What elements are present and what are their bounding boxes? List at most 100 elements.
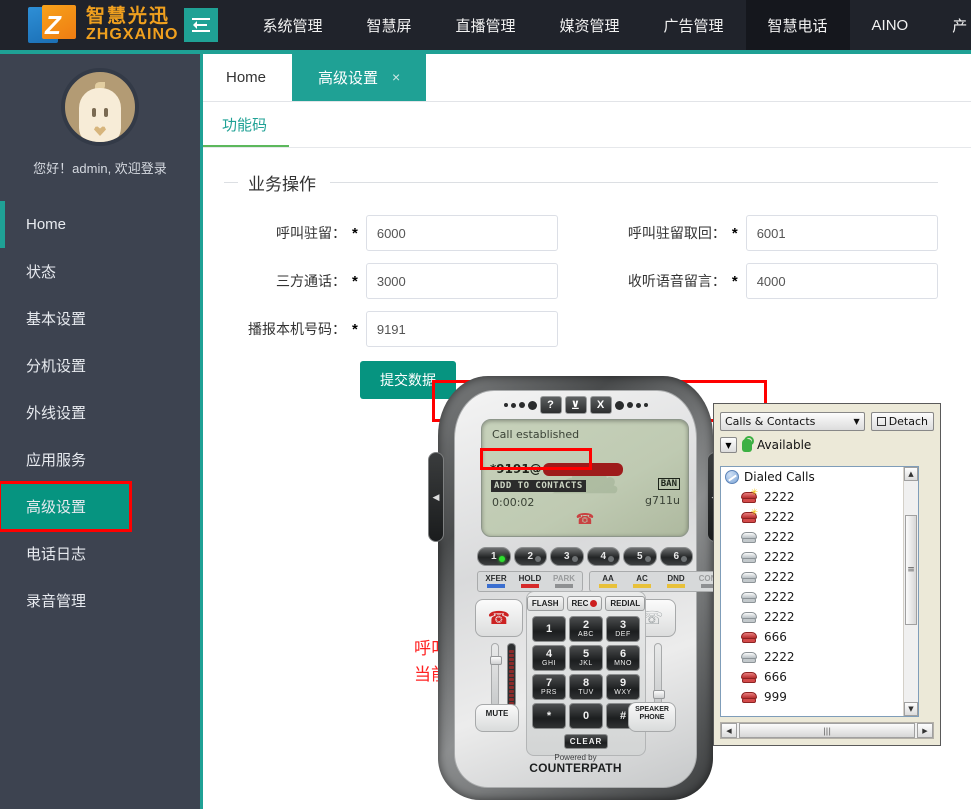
- rec-button[interactable]: REC: [566, 596, 603, 611]
- tab-0[interactable]: Home: [200, 53, 292, 101]
- tab-1[interactable]: 高级设置 ×: [292, 53, 427, 101]
- func-btn-ac[interactable]: AC: [625, 573, 659, 590]
- func-btn-hold[interactable]: HOLD: [513, 573, 547, 590]
- sidebar-item-3[interactable]: 分机设置: [0, 342, 200, 389]
- calls-list[interactable]: Dialed Calls ✳ 2222 ✳ 2222 2222 2222 2222 2222 2…: [720, 466, 919, 717]
- call-list-item[interactable]: 666: [721, 667, 918, 687]
- sidebar-item-6[interactable]: 高级设置: [0, 481, 132, 532]
- scroll-left-arrow-icon[interactable]: ◀: [721, 723, 737, 738]
- field-listen-voicemail: 收听语音留言： *: [604, 263, 938, 299]
- top-nav-item-1[interactable]: 智慧屏: [344, 0, 433, 50]
- dial-key-7[interactable]: 7 PRS: [532, 674, 566, 700]
- section-divider-left: [224, 182, 238, 183]
- scroll-down-arrow-icon[interactable]: ▼: [904, 702, 918, 716]
- call-list-item[interactable]: ✳ 2222: [721, 487, 918, 507]
- call-list-item[interactable]: 999: [721, 687, 918, 707]
- help-button[interactable]: ?: [539, 396, 562, 414]
- close-button[interactable]: X: [589, 396, 612, 414]
- call-number: 2222: [764, 510, 795, 524]
- meter-segment: [509, 674, 514, 677]
- dial-key-1[interactable]: 1: [532, 616, 566, 642]
- dial-key-4[interactable]: 4 GHI: [532, 645, 566, 671]
- func-btn-dnd[interactable]: DND: [659, 573, 693, 590]
- top-nav-item-7[interactable]: 产: [930, 0, 971, 50]
- line-button-3[interactable]: 3: [550, 547, 584, 566]
- detach-button[interactable]: Detach: [870, 412, 934, 431]
- softphone-line-buttons: 1 2 3 4 5 6: [477, 547, 693, 566]
- dial-key-5[interactable]: 5 JKL: [569, 645, 603, 671]
- input-call-park[interactable]: [365, 215, 558, 251]
- sidebar-item-2[interactable]: 基本设置: [0, 295, 200, 342]
- dial-key-*[interactable]: *: [532, 703, 566, 729]
- top-nav-item-2[interactable]: 直播管理: [433, 0, 537, 50]
- scroll-right-arrow-icon[interactable]: ▶: [917, 723, 933, 738]
- dial-key-8[interactable]: 8 TUV: [569, 674, 603, 700]
- func-btn-xfer[interactable]: XFER: [479, 573, 513, 590]
- top-nav-item-5[interactable]: 智慧电话: [745, 0, 850, 50]
- func-btn-aa[interactable]: AA: [591, 573, 625, 590]
- softphone-left-handle[interactable]: ◀: [428, 452, 444, 542]
- horizontal-scroll-thumb[interactable]: [739, 723, 915, 738]
- func-btn-park[interactable]: PARK: [547, 573, 581, 590]
- clear-button[interactable]: CLEAR: [564, 734, 608, 749]
- call-list-item[interactable]: 2222: [721, 567, 918, 587]
- calls-list-horizontal-scrollbar[interactable]: ◀ ▶: [720, 722, 934, 739]
- line-button-6[interactable]: 6: [659, 547, 693, 566]
- minimize-button[interactable]: ⊻: [564, 396, 587, 414]
- sidebar-item-8[interactable]: 录音管理: [0, 577, 200, 624]
- ban-indicator[interactable]: BAN: [657, 478, 680, 490]
- calls-group-header[interactable]: Dialed Calls: [721, 467, 918, 487]
- input-announce-own-number[interactable]: [365, 311, 558, 347]
- dial-key-2[interactable]: 2 ABC: [569, 616, 603, 642]
- dial-key-6[interactable]: 6 MNO: [606, 645, 640, 671]
- sidebar-toggle-icon[interactable]: [184, 8, 219, 42]
- sidebar-item-0[interactable]: Home: [0, 201, 200, 248]
- vertical-scroll-thumb[interactable]: [905, 515, 917, 625]
- call-list-item[interactable]: 2222: [721, 607, 918, 627]
- sidebar-item-4[interactable]: 外线设置: [0, 389, 200, 436]
- input-three-way-call[interactable]: [365, 263, 558, 299]
- call-list-item[interactable]: ✳ 2222: [721, 507, 918, 527]
- dial-key-9[interactable]: 9 WXY: [606, 674, 640, 700]
- line-button-1[interactable]: 1: [477, 547, 511, 566]
- dial-key-0[interactable]: 0: [569, 703, 603, 729]
- field-announce-own-number: 播报本机号码： *: [224, 311, 558, 347]
- sidebar-item-7[interactable]: 电话日志: [0, 530, 200, 577]
- call-list-item[interactable]: 666: [721, 627, 918, 647]
- input-call-park-retrieve[interactable]: [745, 215, 938, 251]
- calls-panel-selector[interactable]: Calls & Contacts ▼: [720, 412, 865, 431]
- avatar[interactable]: [61, 68, 139, 146]
- call-list-item[interactable]: 2222: [721, 547, 918, 567]
- mic-volume-slider[interactable]: [490, 643, 502, 707]
- app-logo[interactable]: Z 智慧光迅 ZHGXAINO: [0, 0, 178, 50]
- call-list-item[interactable]: 2222: [721, 587, 918, 607]
- end-call-button[interactable]: ☎: [475, 599, 523, 637]
- sidebar: 您好！admin, 欢迎登录 Home 状态 基本设置 分机设置 外线设置 应用服务 高级设…: [0, 54, 200, 809]
- line-button-2[interactable]: 2: [513, 547, 547, 566]
- call-list-item[interactable]: 2222: [721, 527, 918, 547]
- speaker-phone-button[interactable]: SPEAKER PHONE: [628, 702, 676, 732]
- sidebar-item-1[interactable]: 状态: [0, 248, 200, 295]
- calls-list-vertical-scrollbar[interactable]: ▲ ▼: [903, 467, 918, 716]
- input-listen-voicemail[interactable]: [745, 263, 938, 299]
- function-indicator: [633, 584, 651, 588]
- call-list-item[interactable]: 2222: [721, 647, 918, 667]
- mute-button[interactable]: MUTE: [475, 704, 519, 732]
- line-button-5[interactable]: 5: [623, 547, 657, 566]
- redial-button[interactable]: REDIAL: [605, 596, 646, 611]
- tab-close-icon[interactable]: ×: [392, 69, 400, 85]
- presence-dropdown-button[interactable]: ▼: [720, 437, 737, 453]
- dial-key-3[interactable]: 3 DEF: [606, 616, 640, 642]
- scroll-up-arrow-icon[interactable]: ▲: [904, 467, 918, 481]
- add-to-contacts-button[interactable]: ADD TO CONTACTS: [491, 480, 586, 492]
- line-button-4[interactable]: 4: [586, 547, 620, 566]
- speaker-volume-slider[interactable]: [653, 643, 665, 707]
- top-nav-item-3[interactable]: 媒资管理: [538, 0, 642, 50]
- flash-button[interactable]: FLASH: [526, 596, 564, 611]
- top-nav-item-4[interactable]: 广告管理: [642, 0, 746, 50]
- sub-tab-0[interactable]: 功能码: [200, 114, 290, 147]
- phone-icon: ✳: [741, 508, 758, 523]
- sidebar-item-5[interactable]: 应用服务: [0, 436, 200, 483]
- top-nav-item-0[interactable]: 系统管理: [240, 0, 344, 50]
- top-nav-item-6[interactable]: AINO: [850, 0, 931, 50]
